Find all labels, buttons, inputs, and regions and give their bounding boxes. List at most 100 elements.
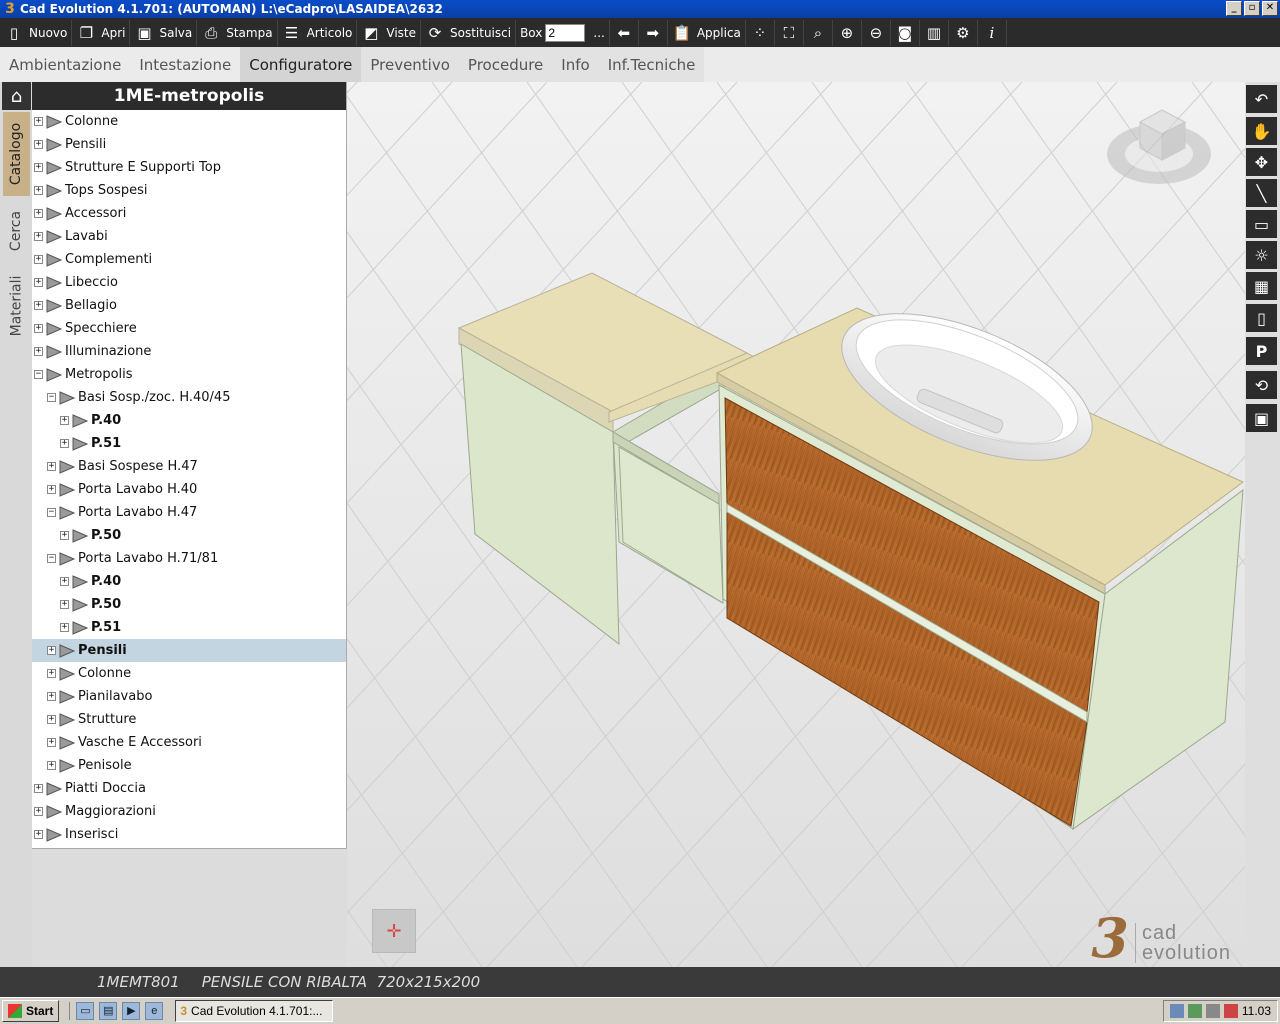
collapse-icon[interactable]: − — [47, 393, 56, 402]
expand-icon[interactable]: + — [34, 784, 43, 793]
tree-node[interactable]: + Penisole — [32, 754, 346, 777]
settings-button[interactable]: ⚙ — [949, 19, 978, 46]
move-button[interactable]: ✥ — [1246, 148, 1277, 176]
expand-icon[interactable]: + — [47, 761, 56, 770]
tree-node[interactable]: + P.40 — [32, 409, 346, 432]
tree-node[interactable]: + P.40 — [32, 570, 346, 593]
expand-icon[interactable]: + — [60, 577, 69, 586]
tree-node[interactable]: + Specchiere — [32, 317, 346, 340]
tree-node[interactable]: + Piatti Doccia — [32, 777, 346, 800]
tab-procedure[interactable]: Procedure — [458, 47, 553, 82]
tree-node[interactable]: − Metropolis — [32, 363, 346, 386]
tree-node[interactable]: + Pianilavabo — [32, 685, 346, 708]
edit-grid-button[interactable]: ▦ — [1246, 272, 1277, 300]
tree-node[interactable]: + Tops Sospesi — [32, 179, 346, 202]
tree-node[interactable]: + Porta Lavabo H.40 — [32, 478, 346, 501]
expand-icon[interactable]: + — [34, 209, 43, 218]
tree-node[interactable]: + Accessori — [32, 202, 346, 225]
orbit-center-button[interactable]: ✛ — [372, 909, 416, 953]
tab-configuratore[interactable]: Configuratore — [240, 47, 362, 82]
tab-intestazione[interactable]: Intestazione — [130, 47, 240, 82]
tree-node[interactable]: + Pensili — [32, 639, 346, 662]
tree-node[interactable]: + Lavabi — [32, 225, 346, 248]
expand-icon[interactable]: + — [47, 462, 56, 471]
expand-icon[interactable]: + — [34, 324, 43, 333]
tree-node[interactable]: + Strutture — [32, 708, 346, 731]
security-icon[interactable] — [1223, 1004, 1238, 1018]
volume-icon[interactable] — [1205, 1004, 1220, 1018]
minimize-button[interactable]: _ — [1226, 1, 1242, 16]
print-button[interactable]: ⎙ Stampa — [197, 19, 278, 46]
tree-node[interactable]: + Vasche E Accessori — [32, 731, 346, 754]
tree-node[interactable]: + Bellagio — [32, 294, 346, 317]
tree-node[interactable]: + Strutture E Supporti Top — [32, 156, 346, 179]
screen-button[interactable]: ▣ — [1246, 404, 1277, 432]
tree-node[interactable]: − Porta Lavabo H.47 — [32, 501, 346, 524]
library-button[interactable]: ▥ — [920, 19, 949, 46]
expand-icon[interactable]: + — [34, 232, 43, 241]
expand-icon[interactable]: + — [34, 301, 43, 310]
pan-button[interactable]: ✋ — [1246, 117, 1277, 145]
media-player-icon[interactable]: ▶ — [122, 1002, 141, 1020]
tree-node[interactable]: + Complementi — [32, 248, 346, 271]
desktop-icon[interactable]: ▭ — [76, 1002, 95, 1020]
views-button[interactable]: ◩ Viste — [357, 19, 421, 46]
expand-icon[interactable]: + — [34, 830, 43, 839]
start-button[interactable]: Start — [2, 1000, 60, 1022]
tree-node[interactable]: + Basi Sospese H.47 — [32, 455, 346, 478]
expand-icon[interactable]: + — [60, 416, 69, 425]
book-button[interactable]: ▯ — [1246, 304, 1277, 332]
tree-node[interactable]: + Inserisci — [32, 823, 346, 846]
zoom-out-button[interactable]: ⊖ — [862, 19, 891, 46]
tree-node[interactable]: + Illuminazione — [32, 340, 346, 363]
expand-icon[interactable]: + — [34, 278, 43, 287]
display-icon[interactable] — [1187, 1004, 1202, 1018]
tree-node[interactable]: + Colonne — [32, 662, 346, 685]
zoom-in-button[interactable]: ⊕ — [833, 19, 862, 46]
tab-preventivo[interactable]: Preventivo — [361, 47, 459, 82]
tab-inf-tecniche[interactable]: Inf.Tecniche — [598, 47, 705, 82]
open-button[interactable]: ❐ Apri — [72, 19, 131, 46]
replace-button[interactable]: ⟳ Sostituisci — [421, 19, 517, 46]
expand-icon[interactable]: + — [60, 623, 69, 632]
tab-info[interactable]: Info — [552, 47, 599, 82]
rotate-button[interactable]: ⟲ — [1246, 371, 1277, 399]
tree-node[interactable]: + Maggiorazioni — [32, 800, 346, 823]
collapse-icon[interactable]: − — [34, 370, 43, 379]
collapse-icon[interactable]: − — [47, 508, 56, 517]
tab-ambientazione[interactable]: Ambientazione — [0, 47, 130, 82]
expand-icon[interactable]: + — [60, 600, 69, 609]
expand-icon[interactable]: + — [47, 485, 56, 494]
snapshot-button[interactable]: ◙ — [891, 19, 920, 46]
box-input[interactable] — [545, 23, 586, 42]
new-button[interactable]: ▯ Nuovo — [0, 19, 73, 46]
p-button[interactable]: P — [1246, 337, 1277, 365]
zoom-window-button[interactable]: ⌕ — [804, 19, 833, 46]
expand-icon[interactable]: + — [34, 140, 43, 149]
apply-button[interactable]: 📋 Applica — [668, 19, 746, 46]
expand-icon[interactable]: + — [47, 669, 56, 678]
expand-icon[interactable]: + — [34, 117, 43, 126]
tree-node[interactable]: − Porta Lavabo H.71/81 — [32, 547, 346, 570]
side-tab-materiali[interactable]: Materiali — [3, 266, 30, 346]
taskbar-item-cad-evolution[interactable]: 3 Cad Evolution 4.1.701:... — [175, 1000, 334, 1022]
expand-icon[interactable]: + — [34, 807, 43, 816]
article-button[interactable]: ☰ Articolo — [278, 19, 358, 46]
3d-viewport[interactable]: ✛ 3 cad evolution — [347, 82, 1245, 967]
expand-icon[interactable]: + — [34, 347, 43, 356]
expand-icon[interactable]: + — [47, 646, 56, 655]
side-tab-cerca[interactable]: Cerca — [3, 200, 30, 262]
tree-node[interactable]: + Colonne — [32, 110, 346, 133]
expand-icon[interactable]: + — [60, 439, 69, 448]
back-button[interactable]: ⬅ — [610, 19, 639, 46]
collapse-icon[interactable]: − — [47, 554, 56, 563]
tree-node[interactable]: + Pensili — [32, 133, 346, 156]
ruler-button[interactable]: ▭ — [1246, 210, 1277, 238]
expand-icon[interactable]: + — [47, 715, 56, 724]
save-button[interactable]: ▣ Salva — [130, 19, 198, 46]
line-measure-button[interactable]: ╲ — [1246, 179, 1277, 207]
expand-icon[interactable]: + — [34, 163, 43, 172]
light-button[interactable]: ☼ — [1246, 241, 1277, 269]
restore-button[interactable]: ▫ — [1244, 1, 1260, 16]
forward-button[interactable]: ➡ — [639, 19, 668, 46]
